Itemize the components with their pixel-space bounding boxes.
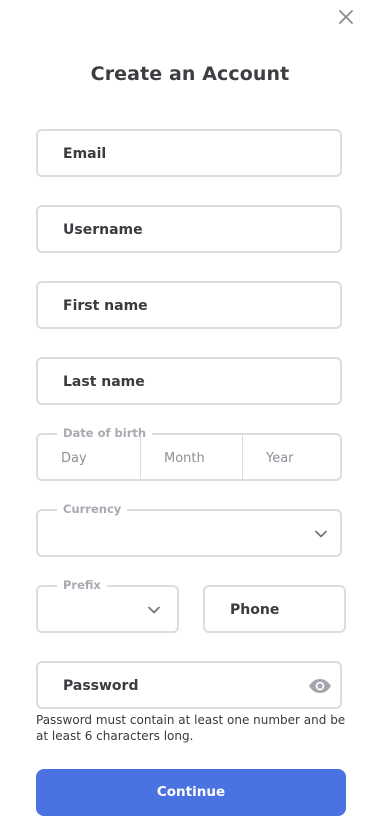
- last-name-placeholder: Last name: [63, 374, 145, 390]
- currency-select[interactable]: Currency: [36, 502, 342, 557]
- continue-button[interactable]: Continue: [36, 769, 346, 816]
- dob-month-placeholder: Month: [164, 451, 205, 466]
- email-field[interactable]: Email: [36, 129, 342, 177]
- password-hint: Password must contain at least one numbe…: [36, 713, 346, 743]
- close-icon: [339, 10, 353, 24]
- first-name-field[interactable]: First name: [36, 281, 342, 329]
- dob-day-input[interactable]: Day: [38, 435, 141, 479]
- first-name-placeholder: First name: [63, 298, 148, 314]
- chevron-down-icon: [148, 606, 160, 614]
- close-button[interactable]: [336, 7, 356, 27]
- currency-legend: Currency: [57, 502, 128, 516]
- eye-icon[interactable]: [308, 678, 332, 694]
- phone-placeholder: Phone: [230, 602, 280, 618]
- dob-year-input[interactable]: Year: [243, 435, 340, 479]
- dob-year-placeholder: Year: [266, 451, 294, 466]
- username-placeholder: Username: [63, 222, 143, 238]
- page-title: Create an Account: [90, 63, 290, 85]
- dob-day-placeholder: Day: [61, 451, 87, 466]
- prefix-legend: Prefix: [57, 578, 107, 592]
- date-of-birth-group: Date of birth Day Month Year: [36, 426, 342, 481]
- last-name-field[interactable]: Last name: [36, 357, 342, 405]
- chevron-down-icon: [315, 530, 327, 538]
- dob-month-input[interactable]: Month: [141, 435, 243, 479]
- username-field[interactable]: Username: [36, 205, 342, 253]
- phone-field[interactable]: Phone: [203, 585, 346, 633]
- password-field[interactable]: Password: [36, 661, 342, 709]
- email-placeholder: Email: [63, 146, 107, 162]
- password-placeholder: Password: [63, 678, 139, 694]
- prefix-select[interactable]: Prefix: [36, 578, 179, 633]
